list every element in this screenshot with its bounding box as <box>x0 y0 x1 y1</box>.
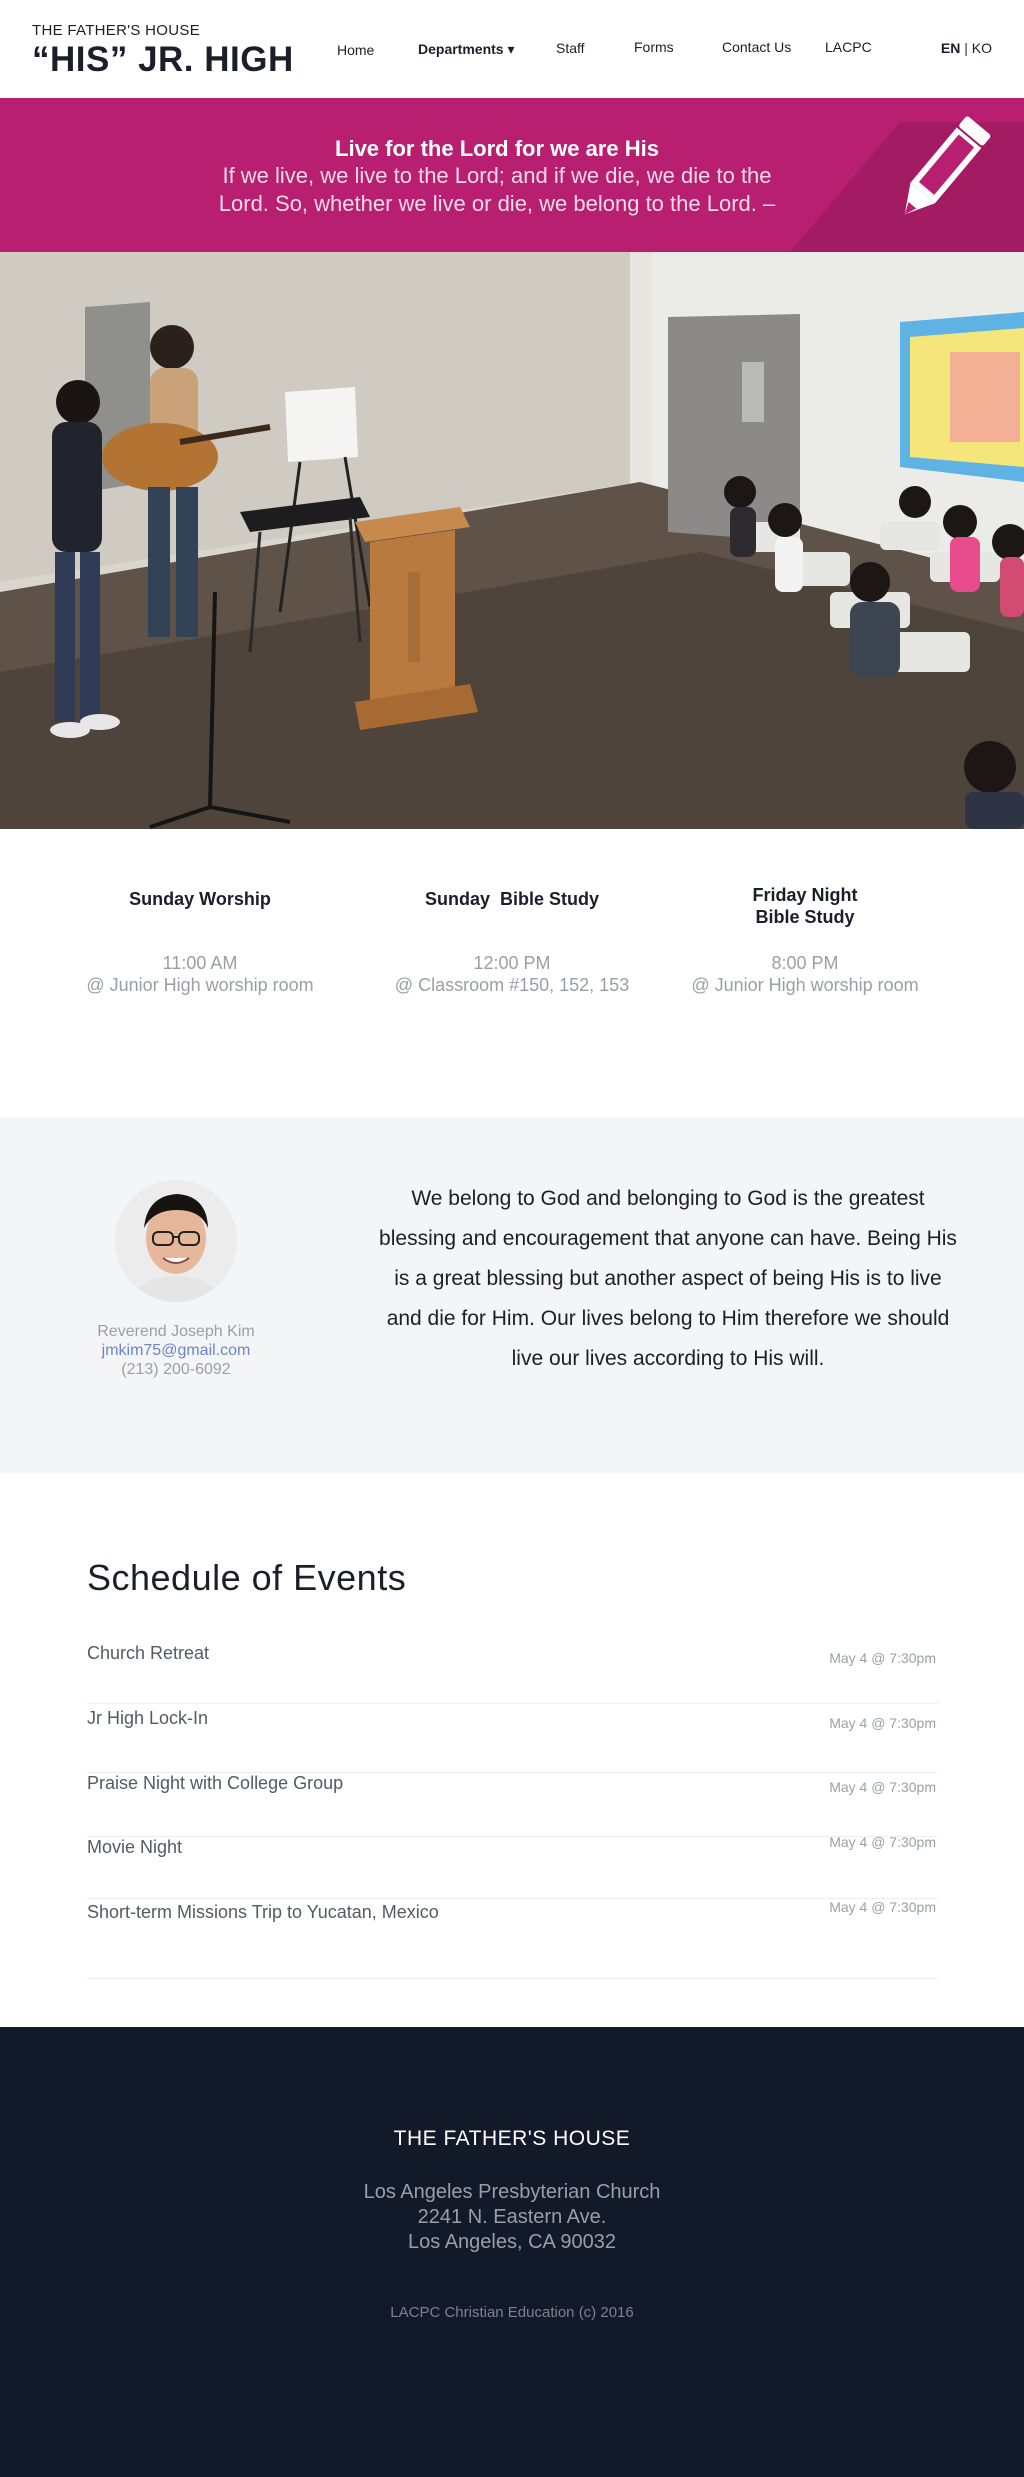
event-name[interactable]: Praise Night with College Group <box>87 1773 343 1794</box>
service-friday-bible-study: Friday Night Bible Study 8:00 PM @ Junio… <box>655 884 955 996</box>
nav-departments[interactable]: Departments ▾ <box>418 41 515 58</box>
pastor-section: Reverend Joseph Kim jmkim75@gmail.com (2… <box>0 1117 1024 1473</box>
nav-contact-us[interactable]: Contact Us <box>722 39 791 55</box>
pencil-icon <box>886 108 996 248</box>
banner-verse: If we live, we live to the Lord; and if … <box>218 163 776 216</box>
event-row[interactable]: Short-term Missions Trip to Yucatan, Mex… <box>87 1899 938 1979</box>
event-row[interactable]: Jr High Lock-In May 4 @ 7:30pm <box>87 1708 938 1773</box>
event-date: May 4 @ 7:30pm <box>829 1715 936 1731</box>
footer-address-line: Los Angeles Presbyterian Church <box>363 2181 661 2203</box>
service-time: 8:00 PM <box>771 953 839 973</box>
lang-separator: | <box>964 40 968 56</box>
event-name[interactable]: Church Retreat <box>87 1643 209 1664</box>
events-section: Schedule of Events Church Retreat May 4 … <box>0 1473 1024 2027</box>
footer-address-line: 2241 N. Eastern Ave. <box>417 2206 607 2228</box>
lang-en[interactable]: EN <box>941 40 960 56</box>
avatar <box>115 1180 237 1302</box>
event-row[interactable]: Church Retreat May 4 @ 7:30pm <box>87 1643 938 1704</box>
site-header: THE FATHER'S HOUSE “HIS” JR. HIGH Home D… <box>0 0 1024 98</box>
service-sunday-bible-study: Sunday Bible Study 12:00 PM @ Classroom … <box>362 888 662 996</box>
footer-title: THE FATHER'S HOUSE <box>393 2127 631 2150</box>
event-row[interactable]: Movie Night May 4 @ 7:30pm <box>87 1834 938 1899</box>
lang-ko[interactable]: KO <box>972 40 992 56</box>
event-date: May 4 @ 7:30pm <box>829 1779 936 1795</box>
brand-subtitle: THE FATHER'S HOUSE <box>32 22 201 39</box>
site-footer: THE FATHER'S HOUSE Los Angeles Presbyter… <box>0 2027 1024 2477</box>
service-time: 12:00 PM <box>473 953 551 973</box>
nav-lacpc[interactable]: LACPC <box>825 39 872 55</box>
pastor-quote: We belong to God and belonging to God is… <box>379 1187 957 1370</box>
service-place: @ Junior High worship room <box>86 975 314 995</box>
footer-address-line: Los Angeles, CA 90032 <box>408 2231 616 2253</box>
service-sunday-worship: Sunday Worship 11:00 AM @ Junior High wo… <box>50 888 350 996</box>
verse-banner: Live for the Lord for we are His If we l… <box>0 98 1024 252</box>
service-title: Friday Night Bible Study <box>752 885 858 927</box>
nav-forms[interactable]: Forms <box>634 39 674 55</box>
event-date: May 4 @ 7:30pm <box>829 1834 936 1850</box>
pastor-email-link[interactable]: jmkim75@gmail.com <box>56 1341 296 1360</box>
nav-staff[interactable]: Staff <box>556 40 585 56</box>
service-place: @ Junior High worship room <box>691 975 919 995</box>
pastor-name: Reverend Joseph Kim <box>97 1323 255 1340</box>
service-time: 11:00 AM <box>162 953 238 973</box>
service-title: Sunday Worship <box>129 889 271 909</box>
event-date: May 4 @ 7:30pm <box>829 1650 936 1666</box>
service-times: Sunday Worship 11:00 AM @ Junior High wo… <box>0 829 1024 1117</box>
language-switcher: EN | KO <box>941 40 992 56</box>
service-place: @ Classroom #150, 152, 153 <box>394 975 630 995</box>
event-name[interactable]: Jr High Lock-In <box>87 1708 208 1729</box>
service-title: Sunday Bible Study <box>424 889 600 909</box>
pastor-phone: (213) 200-6092 <box>121 1361 231 1378</box>
footer-copyright: LACPC Christian Education (c) 2016 <box>390 2304 634 2321</box>
nav-home[interactable]: Home <box>337 42 374 58</box>
event-date: May 4 @ 7:30pm <box>829 1899 936 1915</box>
event-name[interactable]: Movie Night <box>87 1837 182 1858</box>
event-row[interactable]: Praise Night with College Group May 4 @ … <box>87 1773 938 1837</box>
events-title: Schedule of Events <box>87 1557 407 1598</box>
worship-photo <box>0 252 1024 829</box>
event-name[interactable]: Short-term Missions Trip to Yucatan, Mex… <box>87 1902 439 1923</box>
main-nav: Home Departments ▾ Staff Forms Contact U… <box>0 38 1024 62</box>
banner-title: Live for the Lord for we are His <box>335 136 659 161</box>
